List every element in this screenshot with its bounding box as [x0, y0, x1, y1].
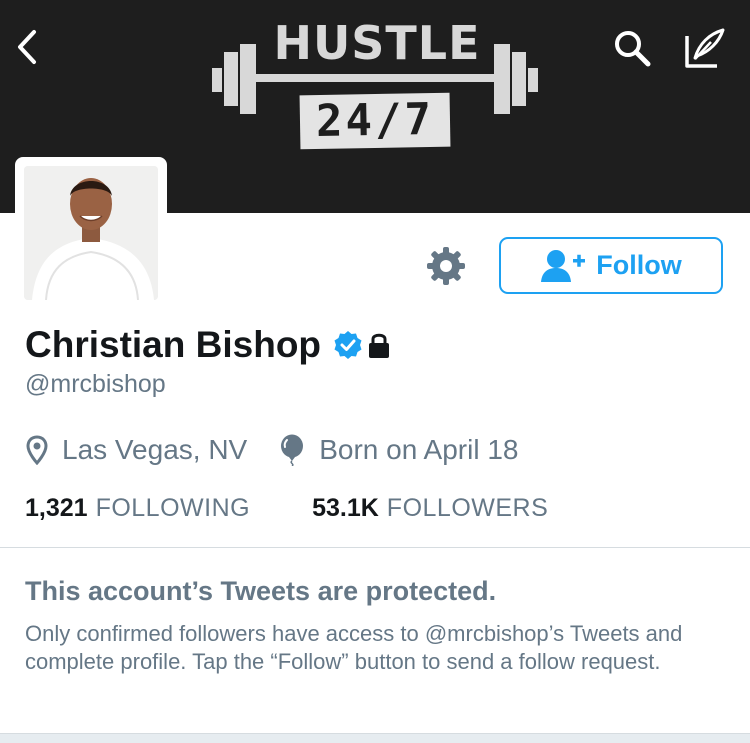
following-label: FOLLOWING — [95, 494, 251, 522]
profile-meta: Las Vegas, NV Born on April 18 — [26, 434, 518, 466]
back-button[interactable] — [12, 28, 46, 66]
logo-word: HUSTLE — [273, 16, 481, 70]
compose-button[interactable] — [683, 26, 727, 70]
birthday-item: Born on April 18 — [279, 434, 518, 466]
location-pin-icon — [26, 435, 48, 465]
location-text: Las Vegas, NV — [62, 434, 248, 465]
username-handle: @mrcbishop — [25, 370, 166, 398]
followers-stat[interactable]: 53.1K FOLLOWERS — [312, 494, 548, 523]
following-stat[interactable]: 1,321 FOLLOWING — [25, 494, 250, 523]
birthday-text: Born on April 18 — [319, 434, 519, 465]
verified-badge-icon — [334, 331, 362, 359]
search-button[interactable] — [612, 28, 652, 68]
banner-logo: HUSTLE 24/7 — [212, 14, 538, 154]
search-icon — [615, 31, 651, 67]
follow-button-label: Follow — [596, 250, 682, 280]
add-user-icon — [541, 249, 586, 282]
protected-title: This account’s Tweets are protected. — [25, 576, 497, 606]
avatar-photo — [24, 166, 158, 300]
avatar-frame — [15, 157, 167, 309]
settings-button[interactable] — [424, 244, 468, 288]
followers-label: FOLLOWERS — [386, 494, 549, 522]
lock-icon — [369, 333, 390, 358]
protected-message: Only confirmed followers have access to … — [25, 621, 683, 674]
name-row: Christian Bishop — [25, 324, 391, 366]
divider — [0, 547, 750, 548]
following-count: 1,321 — [25, 494, 88, 522]
follow-button[interactable]: Follow — [499, 237, 723, 294]
logo-number: 24/7 — [299, 92, 451, 150]
followers-count: 53.1K — [312, 494, 379, 522]
avatar[interactable] — [24, 166, 158, 300]
stats-row: 1,321 FOLLOWING 53.1K FOLLOWERS — [25, 494, 548, 523]
compose-icon — [685, 28, 725, 68]
chevron-left-icon — [18, 30, 36, 64]
display-name: Christian Bishop — [25, 324, 322, 365]
gear-icon — [427, 247, 465, 285]
location-item: Las Vegas, NV — [26, 434, 247, 466]
balloon-icon — [281, 434, 304, 466]
